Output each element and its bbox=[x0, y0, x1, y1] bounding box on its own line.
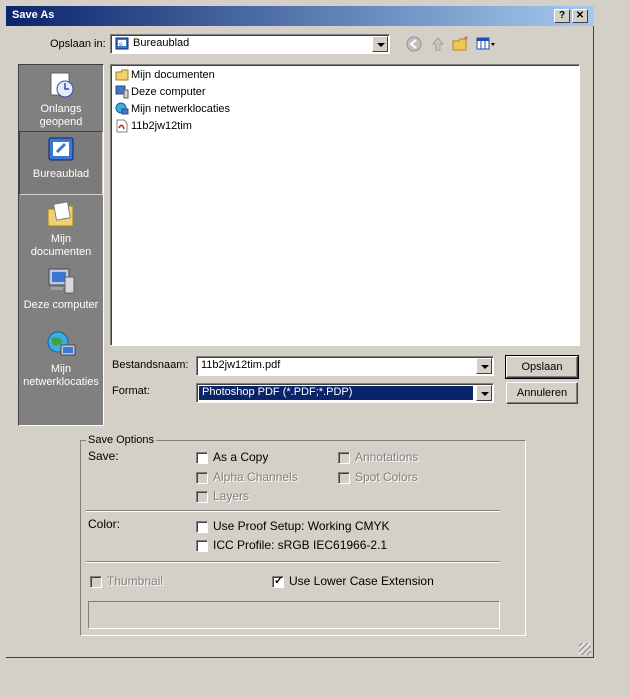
resize-grip-icon[interactable] bbox=[579, 643, 591, 655]
thumbnail-label: Thumbnail bbox=[107, 574, 164, 588]
place-recent[interactable]: Onlangs geopend bbox=[19, 69, 103, 131]
list-item[interactable]: 11b2jw12tim bbox=[115, 119, 192, 135]
lower-case-extension-label[interactable]: Use Lower Case Extension bbox=[289, 574, 434, 588]
window-title: Save As bbox=[12, 9, 55, 21]
lookin-label: Opslaan in: bbox=[50, 38, 106, 50]
lower-case-extension-checkbox[interactable] bbox=[272, 574, 284, 588]
file-list[interactable]: Mijn documenten Deze computer Mijn netwe… bbox=[110, 64, 580, 346]
folder-icon bbox=[115, 68, 129, 82]
list-item[interactable]: Deze computer bbox=[115, 85, 206, 101]
filename-label: Bestandsnaam: bbox=[112, 359, 189, 371]
place-my-computer[interactable]: Deze computer bbox=[19, 265, 103, 315]
format-label: Format: bbox=[112, 385, 150, 397]
options-separator bbox=[86, 510, 500, 512]
folder-icon bbox=[45, 199, 77, 231]
help-button[interactable]: ? bbox=[554, 9, 570, 23]
as-a-copy-label[interactable]: As a Copy bbox=[213, 450, 268, 464]
format-select[interactable]: Photoshop PDF (*.PDF;*.PDP) bbox=[196, 383, 494, 403]
places-bar: Onlangs geopend Bureaublad Mijn document… bbox=[18, 64, 104, 426]
options-separator bbox=[86, 561, 500, 563]
place-desktop[interactable]: Bureaublad bbox=[19, 131, 103, 195]
alpha-channels-checkbox[interactable] bbox=[196, 472, 208, 484]
network-icon bbox=[115, 102, 129, 116]
pdf-file-icon bbox=[115, 119, 129, 133]
color-section-label: Color: bbox=[88, 517, 121, 531]
back-icon[interactable] bbox=[406, 36, 422, 52]
recent-documents-icon bbox=[45, 69, 77, 101]
filename-input[interactable]: 11b2jw12tim.pdf bbox=[196, 356, 494, 376]
computer-icon bbox=[115, 85, 129, 99]
close-button[interactable]: ✕ bbox=[572, 9, 588, 23]
as-a-copy-checkbox[interactable] bbox=[196, 452, 208, 464]
chevron-down-icon[interactable] bbox=[372, 36, 388, 52]
svg-text:e: e bbox=[119, 41, 123, 48]
desktop-icon bbox=[45, 134, 77, 166]
icc-profile-label[interactable]: ICC Profile: sRGB IEC61966-2.1 bbox=[213, 538, 387, 552]
proof-setup-label[interactable]: Use Proof Setup: Working CMYK bbox=[213, 519, 390, 533]
svg-text:*: * bbox=[464, 36, 468, 44]
spot-colors-checkbox[interactable] bbox=[338, 472, 350, 484]
new-folder-icon[interactable]: * bbox=[452, 35, 470, 52]
alpha-channels-label: Alpha Channels bbox=[213, 470, 298, 484]
cancel-button[interactable]: Annuleren bbox=[506, 382, 578, 404]
lookin-value: Bureaublad bbox=[133, 37, 190, 49]
up-folder-icon[interactable] bbox=[430, 36, 446, 52]
save-as-dialog: Save As ? ✕ Opslaan in: e Bureaublad * O… bbox=[6, 6, 594, 658]
save-section-label: Save: bbox=[88, 449, 119, 463]
network-icon bbox=[45, 329, 77, 361]
list-item[interactable]: Mijn documenten bbox=[115, 68, 215, 84]
annotations-label: Annotations bbox=[355, 450, 419, 464]
thumbnail-checkbox[interactable] bbox=[90, 576, 102, 588]
computer-icon bbox=[45, 265, 77, 297]
view-menu-icon[interactable] bbox=[476, 36, 498, 52]
spot-colors-label: Spot Colors bbox=[355, 470, 418, 484]
lookin-combo[interactable]: e Bureaublad bbox=[110, 34, 390, 54]
desktop-icon: e bbox=[115, 37, 129, 51]
place-network[interactable]: Mijn netwerklocaties bbox=[19, 329, 103, 391]
warning-box bbox=[88, 601, 500, 629]
title-bar[interactable]: Save As ? ✕ bbox=[6, 6, 594, 26]
layers-label: Layers bbox=[213, 489, 250, 503]
layers-checkbox[interactable] bbox=[196, 491, 208, 503]
place-my-documents[interactable]: Mijn documenten bbox=[19, 199, 103, 261]
proof-setup-checkbox[interactable] bbox=[196, 521, 208, 533]
save-options-title: Save Options bbox=[86, 434, 157, 446]
save-button[interactable]: Opslaan bbox=[505, 355, 579, 379]
chevron-down-icon[interactable] bbox=[476, 358, 492, 374]
list-item[interactable]: Mijn netwerklocaties bbox=[115, 102, 230, 118]
annotations-checkbox[interactable] bbox=[338, 452, 350, 464]
icc-profile-checkbox[interactable] bbox=[196, 540, 208, 552]
chevron-down-icon[interactable] bbox=[476, 385, 492, 401]
